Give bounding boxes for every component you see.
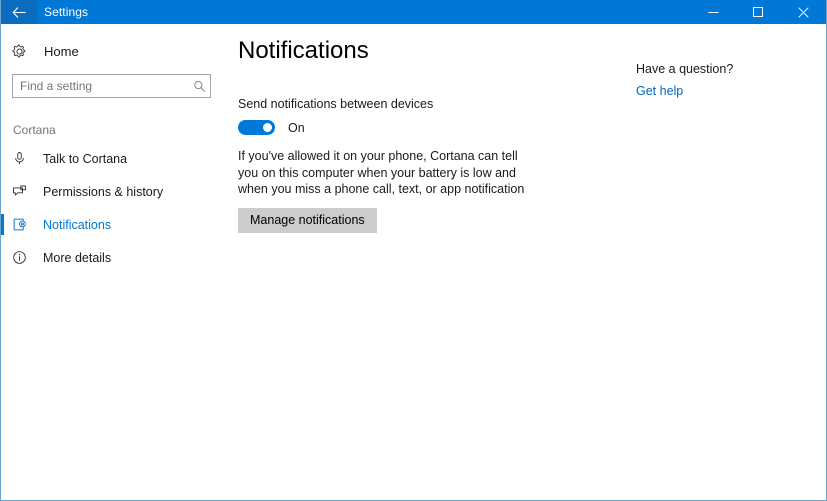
selection-accent-bar [1,214,4,235]
close-icon [798,6,809,18]
sidebar-home-label: Home [44,43,79,59]
sidebar-item-label: Permissions & history [43,184,164,199]
toggle-state-label: On [288,120,305,135]
maximize-button[interactable] [736,0,781,24]
title-bar: Settings [1,0,826,24]
sidebar-item-talk-to-cortana[interactable]: Talk to Cortana [1,142,231,175]
maximize-icon [753,6,764,18]
search-box[interactable] [12,74,211,98]
info-circle-icon [12,250,32,265]
sidebar-item-permissions-history[interactable]: Permissions & history [1,175,231,208]
sidebar-item-label: More details [43,250,112,265]
selection-accent-bar [1,148,4,169]
sidebar-section-header: Cortana [13,123,56,137]
send-notifications-toggle[interactable] [238,120,275,135]
send-notifications-toggle-row: On [238,120,826,135]
sidebar-item-notifications[interactable]: Notifications [1,208,231,241]
window-controls [691,0,826,24]
selection-accent-bar [1,247,4,268]
notification-page-icon [12,217,32,232]
window-title: Settings [44,5,89,19]
close-button[interactable] [781,0,826,24]
back-arrow-icon [11,6,27,19]
toggle-knob [263,123,272,132]
help-title: Have a question? [636,62,734,76]
sidebar-item-home[interactable]: Home [1,37,231,65]
search-icon [188,80,210,93]
help-panel: Have a question? Get help [636,62,816,100]
main-content: Notifications Send notifications between… [231,24,826,500]
settings-window: Settings Home Find a setting Cortana Tal… [0,0,827,501]
manage-notifications-button[interactable]: Manage notifications [238,207,377,233]
sidebar: Home Cortana [1,24,231,500]
sidebar-item-more-details[interactable]: More details [1,241,231,274]
get-help-link[interactable]: Get help [636,84,683,98]
gear-icon [12,44,32,59]
search-input[interactable] [13,76,188,96]
setting-description: If you've allowed it on your phone, Cort… [238,149,525,196]
sidebar-item-label: Notifications [43,217,112,232]
microphone-icon [12,151,32,166]
selection-accent-bar [1,181,4,202]
minimize-icon [708,7,719,18]
minimize-button[interactable] [691,0,736,24]
speech-bubble-icon [12,184,32,199]
window-body: Home Cortana [1,24,826,500]
back-button[interactable] [1,0,37,24]
sidebar-item-label: Talk to Cortana [43,151,128,166]
